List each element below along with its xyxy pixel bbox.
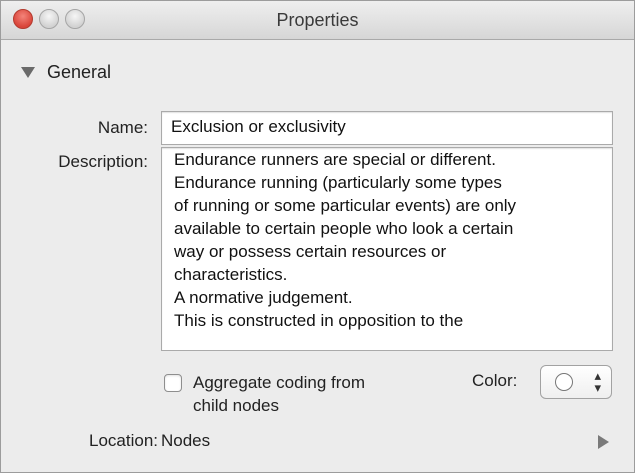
section-title: General xyxy=(47,61,112,82)
window-title: Properties xyxy=(276,10,359,30)
description-line: This is constructed in opposition to the xyxy=(174,311,464,330)
general-section-toggle[interactable]: General xyxy=(21,60,111,84)
description-textarea[interactable]: Endurance runners are special or differe… xyxy=(161,147,613,351)
color-swatch-circle-icon xyxy=(555,373,573,391)
description-line: of running or some particular events) ar… xyxy=(174,196,517,215)
name-field[interactable]: Exclusion or exclusivity xyxy=(161,111,613,145)
color-label: Color: xyxy=(472,371,518,390)
aggregate-label-line-1: Aggregate coding from xyxy=(193,373,365,392)
aggregate-coding-label: Aggregate coding from child nodes xyxy=(193,371,433,417)
disclosure-triangle-right-icon[interactable] xyxy=(598,435,609,449)
disclosure-triangle-down-icon xyxy=(21,66,35,78)
description-line: characteristics. xyxy=(174,265,288,284)
description-label: Description: xyxy=(58,152,148,171)
title-bar: Properties xyxy=(1,1,634,40)
description-line: way or possess certain resources or xyxy=(174,242,447,261)
properties-window: Properties General Name: Exclusion or ex… xyxy=(0,0,635,473)
location-label: Location: xyxy=(89,431,158,450)
description-line: available to certain people who look a c… xyxy=(174,219,514,238)
description-line: Endurance running (particularly some typ… xyxy=(174,173,502,192)
color-popup-button[interactable]: ▴ ▾ xyxy=(540,365,612,399)
location-value: Nodes xyxy=(161,431,211,450)
aggregate-label-line-2: child nodes xyxy=(193,396,280,415)
description-line: Endurance runners are special or differe… xyxy=(174,150,496,169)
aggregate-coding-checkbox[interactable] xyxy=(164,374,182,392)
description-line: A normative judgement. xyxy=(174,288,353,307)
name-label: Name: xyxy=(97,118,148,137)
updown-arrows-icon: ▴ ▾ xyxy=(594,368,601,395)
